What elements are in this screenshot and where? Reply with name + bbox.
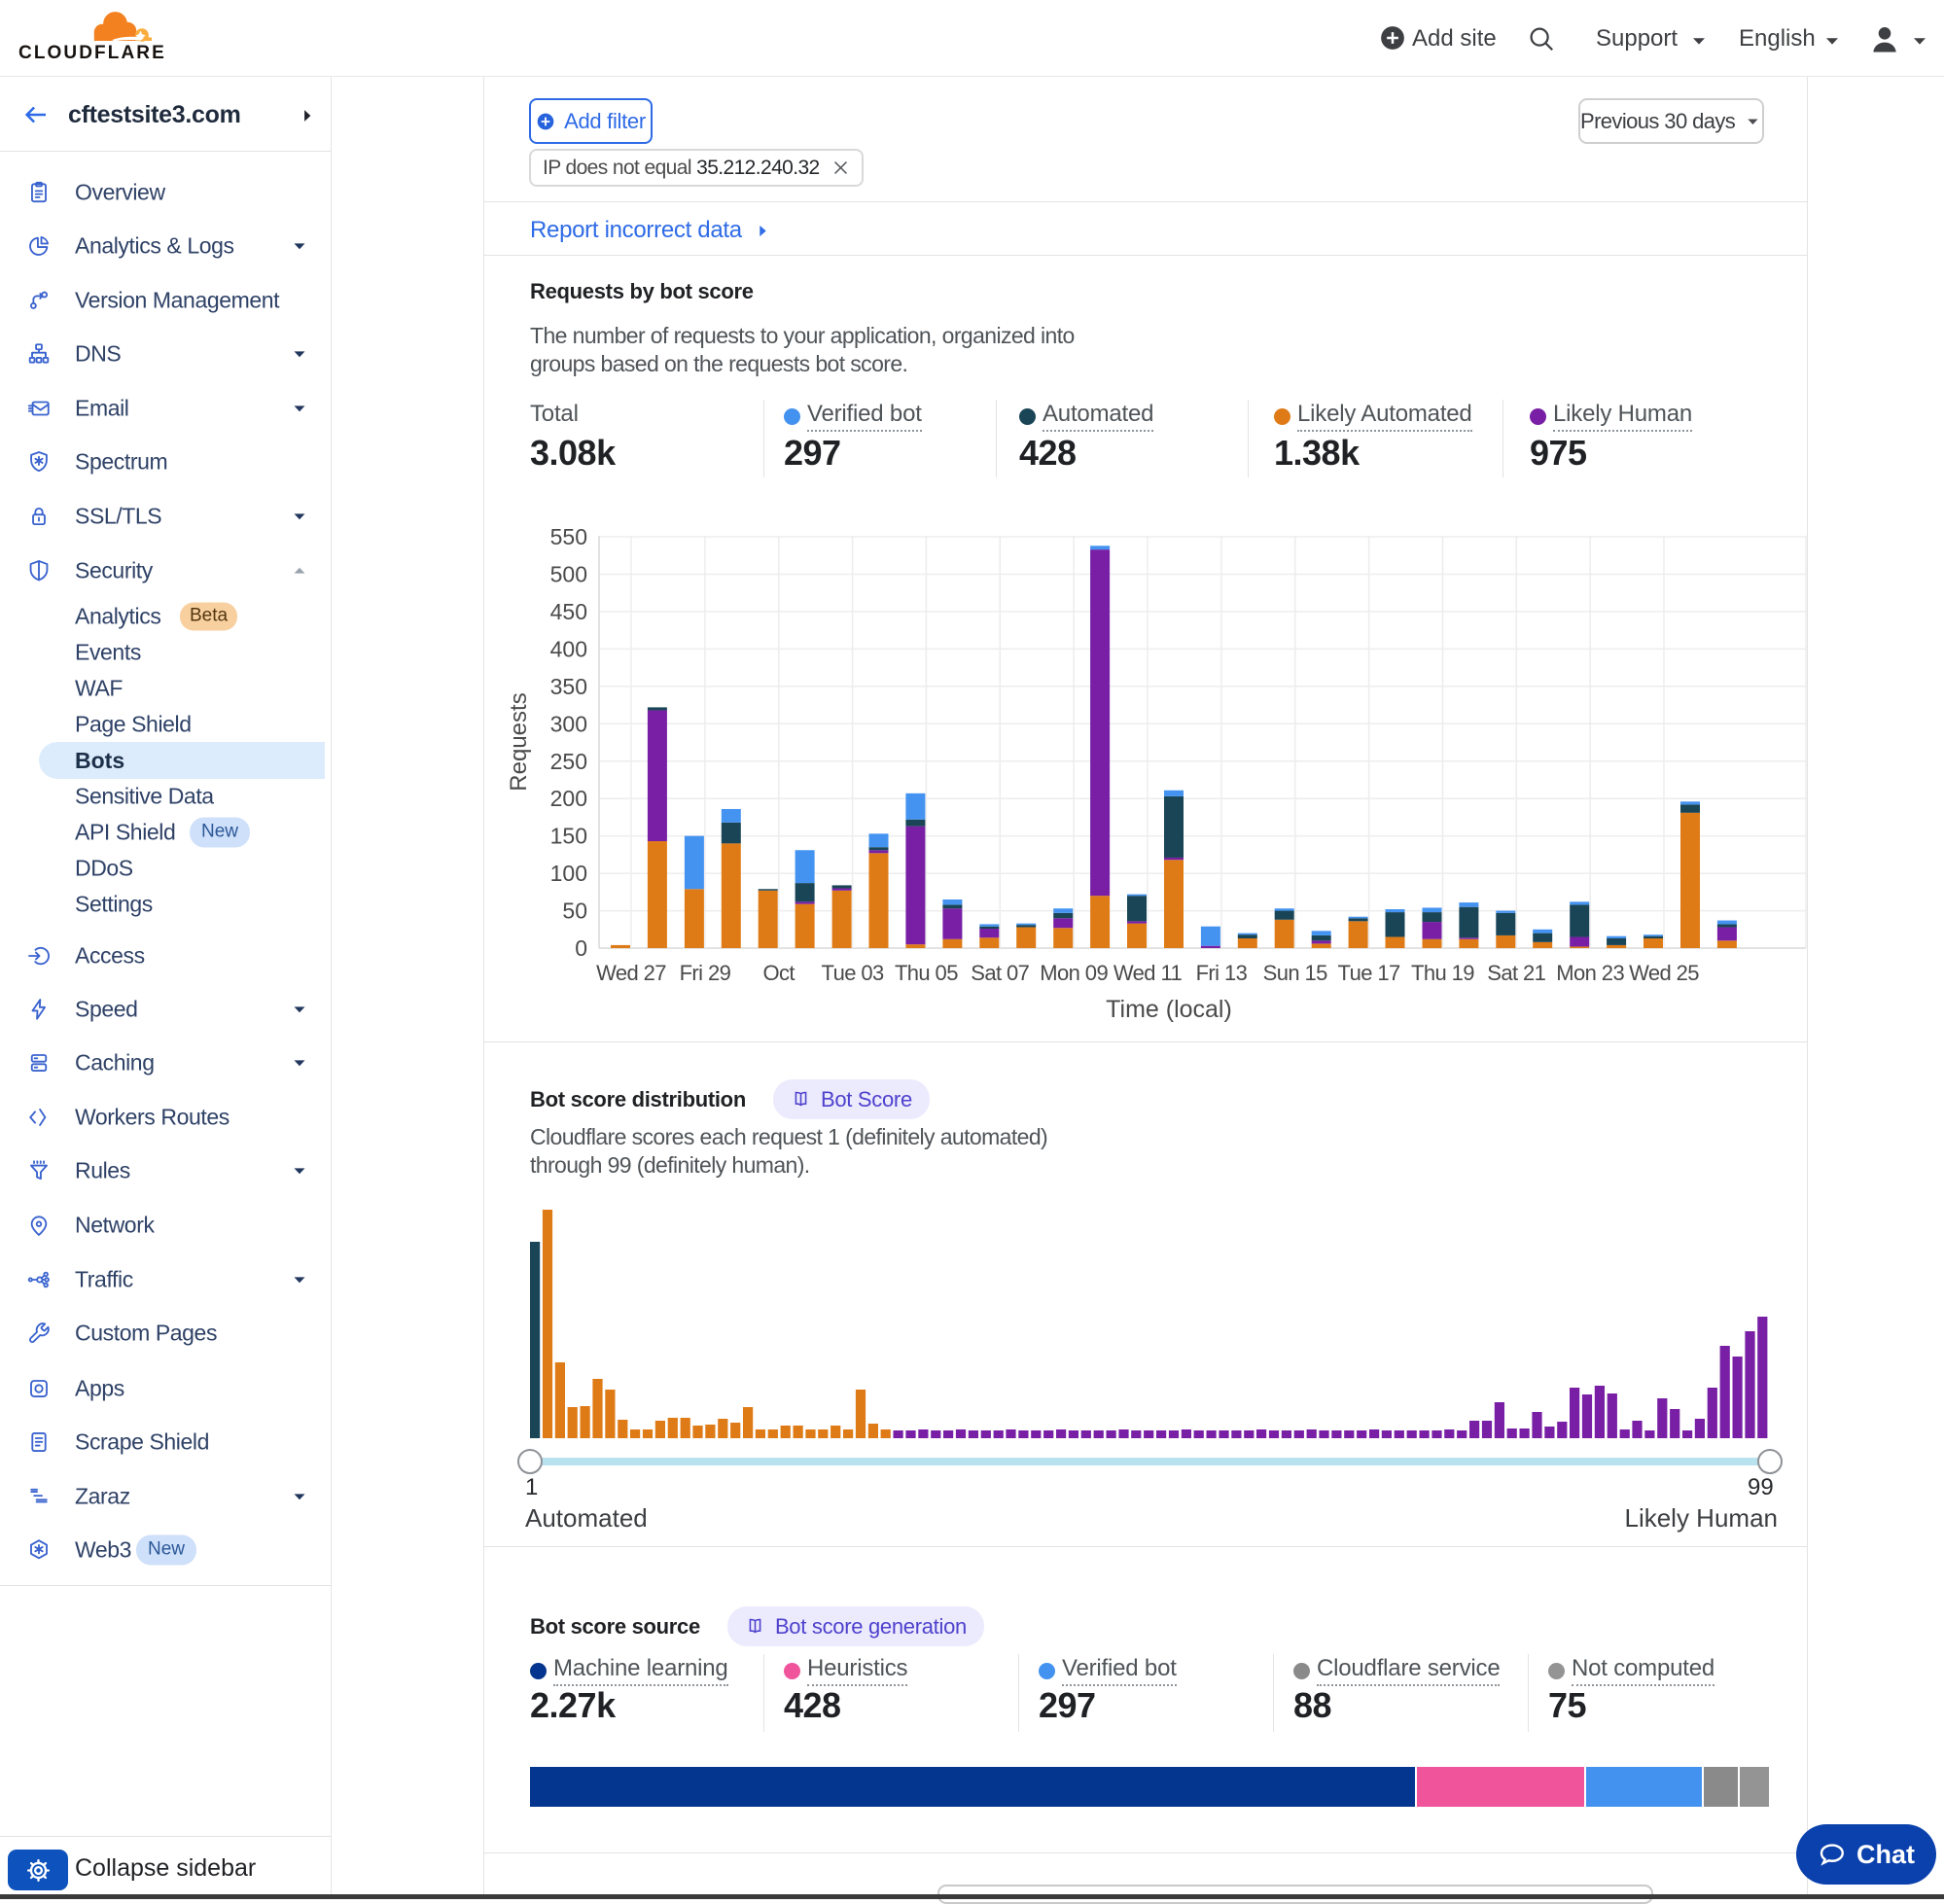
svg-text:Wed 11: Wed 11 — [1113, 961, 1183, 985]
svg-text:300: 300 — [550, 711, 587, 736]
svg-text:350: 350 — [550, 674, 587, 699]
svg-text:Thu 19: Thu 19 — [1411, 961, 1474, 985]
svg-text:Mon 23: Mon 23 — [1556, 961, 1624, 985]
svg-text:Tue 03: Tue 03 — [822, 961, 884, 985]
svg-text:250: 250 — [550, 749, 587, 774]
svg-text:Tue 17: Tue 17 — [1338, 961, 1400, 985]
svg-text:100: 100 — [550, 861, 587, 886]
svg-text:Requests: Requests — [506, 692, 532, 791]
svg-text:Fri 13: Fri 13 — [1196, 961, 1248, 985]
svg-text:Sat 07: Sat 07 — [971, 961, 1029, 985]
svg-text:Wed 27: Wed 27 — [596, 961, 666, 985]
svg-text:450: 450 — [550, 599, 587, 624]
svg-text:Sat 21: Sat 21 — [1487, 961, 1545, 985]
svg-text:400: 400 — [550, 636, 587, 661]
svg-text:500: 500 — [550, 562, 587, 587]
svg-text:550: 550 — [550, 524, 587, 549]
svg-text:200: 200 — [550, 786, 587, 811]
svg-text:Sun 15: Sun 15 — [1263, 961, 1327, 985]
svg-text:Thu 05: Thu 05 — [895, 961, 958, 985]
svg-text:Mon 09: Mon 09 — [1040, 961, 1108, 985]
svg-text:Fri 29: Fri 29 — [680, 961, 731, 985]
svg-text:50: 50 — [562, 899, 587, 924]
svg-text:Time (local): Time (local) — [1106, 996, 1232, 1023]
svg-text:Oct: Oct — [762, 961, 795, 985]
svg-text:150: 150 — [550, 824, 587, 849]
svg-text:0: 0 — [575, 935, 587, 961]
svg-text:Wed 25: Wed 25 — [1629, 961, 1699, 985]
